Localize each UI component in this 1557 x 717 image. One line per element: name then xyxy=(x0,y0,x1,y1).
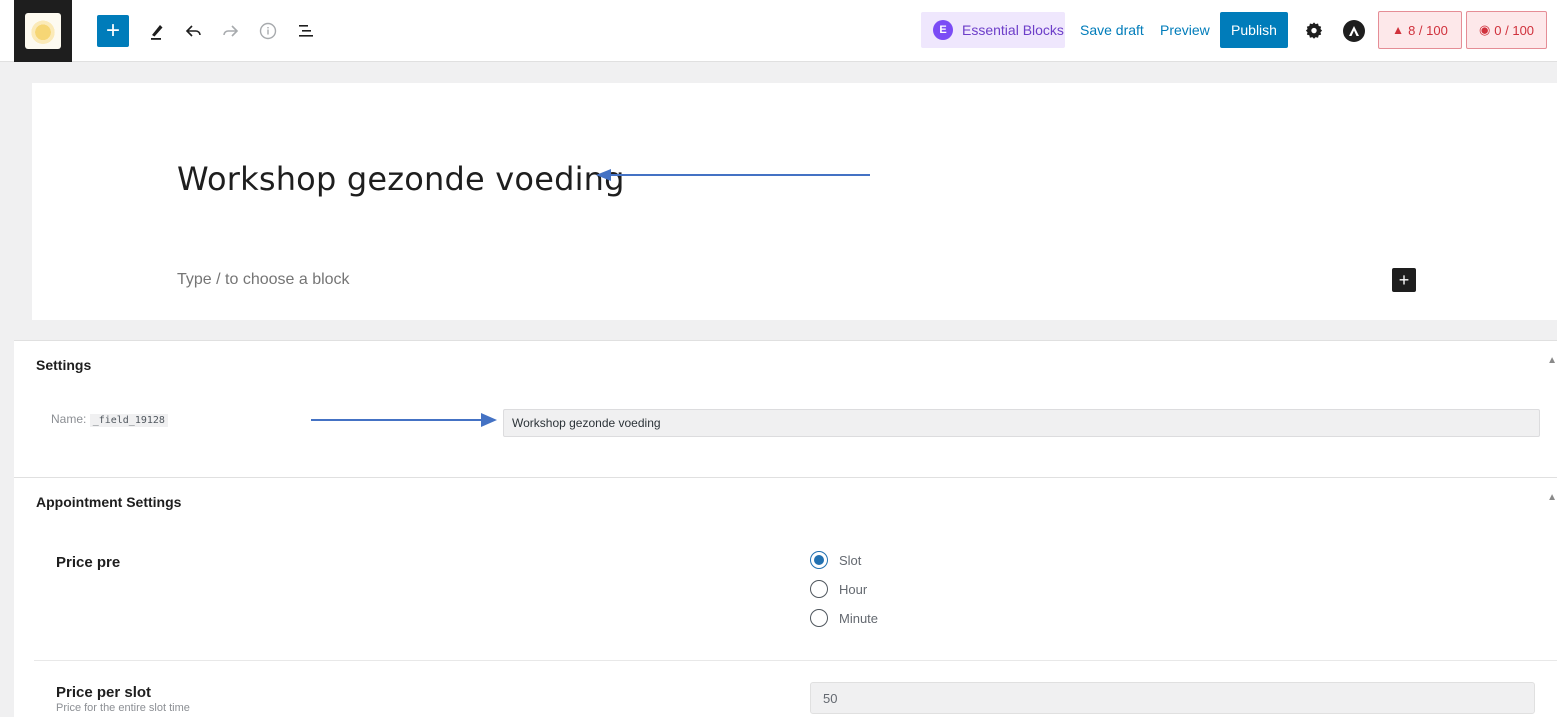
radio-minute[interactable]: Minute xyxy=(810,609,878,627)
name-label-text: Name: xyxy=(51,412,87,426)
block-inserter-button[interactable]: + xyxy=(97,15,129,47)
field-name-label: Name: _field_19128 xyxy=(51,412,168,427)
price-per-slot-label: Price per slot xyxy=(56,684,152,701)
astra-settings-button[interactable] xyxy=(1343,20,1365,42)
readability-icon: ◉ xyxy=(1478,22,1491,37)
appointment-settings-metabox: Appointment Settings ▲ Price pre Slot Ho… xyxy=(14,477,1557,717)
readability-score: 0 / 100 xyxy=(1494,22,1535,38)
radio-label: Slot xyxy=(839,552,862,568)
pencil-icon xyxy=(151,25,163,40)
essential-blocks-icon: E xyxy=(933,20,953,40)
plus-icon: + xyxy=(1398,269,1410,290)
publish-button[interactable]: Publish xyxy=(1220,12,1288,48)
radio-label: Hour xyxy=(839,581,868,597)
arrow-annotation xyxy=(311,413,497,427)
add-block-button[interactable]: + xyxy=(1392,268,1416,292)
site-logo[interactable] xyxy=(14,0,72,62)
radio-icon[interactable] xyxy=(810,580,828,598)
undo-icon xyxy=(185,25,201,37)
price-per-slot-description: Price for the entire slot time xyxy=(56,702,190,714)
price-per-slot-input[interactable] xyxy=(810,682,1535,714)
readability-score-badge[interactable]: ◉ 0 / 100 xyxy=(1466,11,1547,49)
metabox-title[interactable]: Appointment Settings xyxy=(36,494,181,510)
sun-logo-icon xyxy=(25,13,61,49)
radio-slot[interactable]: Slot xyxy=(810,551,861,569)
collapse-icon[interactable]: ▲ xyxy=(1547,492,1557,503)
arrow-annotation xyxy=(596,169,870,181)
preview-button[interactable]: Preview xyxy=(1160,22,1210,38)
plus-icon: + xyxy=(105,17,120,44)
info-icon xyxy=(259,22,277,40)
divider xyxy=(34,660,1557,661)
details-button[interactable] xyxy=(252,15,284,47)
settings-metabox: Settings ▲ Name: _field_19128 xyxy=(14,340,1557,477)
seo-chart-icon: ▲ xyxy=(1392,23,1405,37)
undo-button[interactable] xyxy=(178,15,210,47)
redo-icon xyxy=(223,25,239,37)
astra-icon xyxy=(1349,26,1359,36)
radio-icon[interactable] xyxy=(810,609,828,627)
post-title[interactable]: Workshop gezonde voeding xyxy=(177,160,625,198)
settings-button[interactable] xyxy=(1302,18,1326,42)
block-placeholder[interactable]: Type / to choose a block xyxy=(177,271,350,289)
seo-score: 8 / 100 xyxy=(1408,22,1448,38)
essential-blocks-button[interactable]: E Essential Blocks xyxy=(921,12,1065,48)
tools-button[interactable] xyxy=(141,15,173,47)
essential-blocks-label: Essential Blocks xyxy=(962,22,1064,38)
radio-checked-icon[interactable] xyxy=(810,551,828,569)
price-pre-label: Price pre xyxy=(56,554,121,571)
editor-toolbar: + E Essential Blocks Save draft Preview … xyxy=(0,0,1557,62)
save-draft-button[interactable]: Save draft xyxy=(1080,22,1144,38)
settings-text-field[interactable] xyxy=(503,409,1540,437)
list-view-icon xyxy=(299,25,313,37)
seo-score-badge[interactable]: ▲ 8 / 100 xyxy=(1378,11,1462,49)
redo-button[interactable] xyxy=(214,15,246,47)
list-view-button[interactable] xyxy=(290,15,322,47)
gear-icon xyxy=(1305,22,1323,39)
metabox-title[interactable]: Settings xyxy=(36,357,91,373)
radio-hour[interactable]: Hour xyxy=(810,580,867,598)
field-key: _field_19128 xyxy=(89,414,168,427)
radio-label: Minute xyxy=(839,610,879,626)
collapse-icon[interactable]: ▲ xyxy=(1547,355,1557,366)
